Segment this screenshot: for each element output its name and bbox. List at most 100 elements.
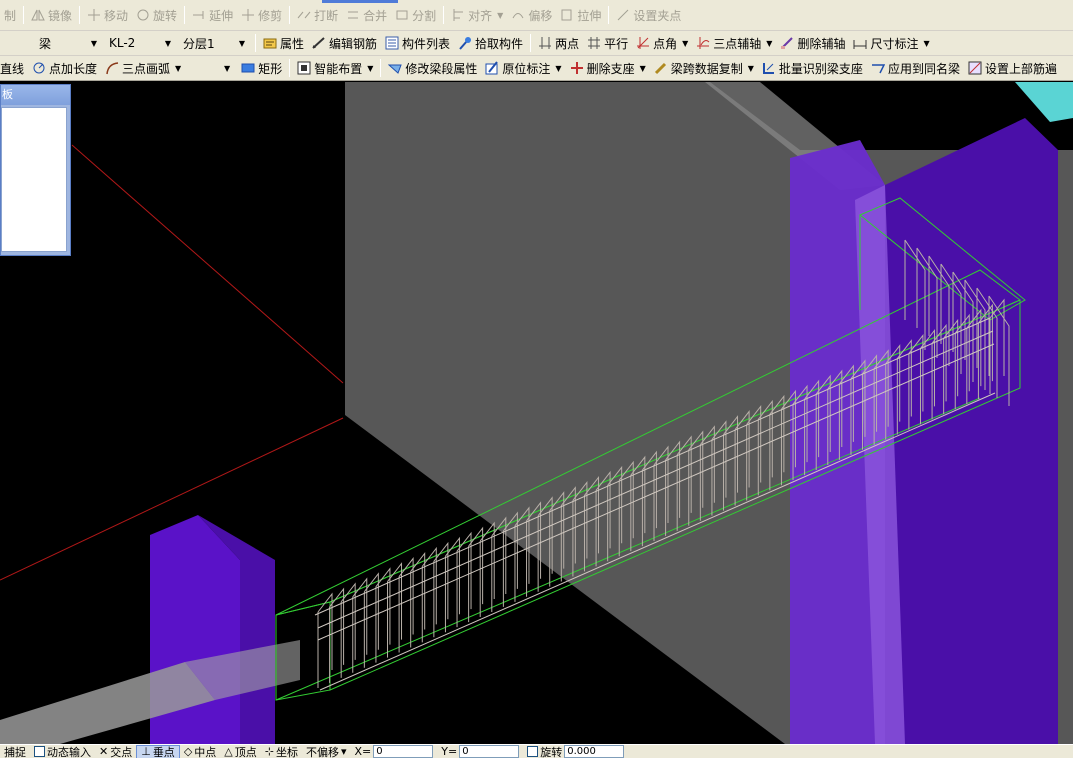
component-combo[interactable]: KL-2 ▼	[104, 33, 176, 53]
in-situ-label-icon	[485, 61, 499, 75]
top-rebar-button[interactable]: 设置上部筋遍	[964, 57, 1061, 79]
delete-axis-button[interactable]: 删除辅轴	[776, 32, 849, 54]
two-point-icon	[539, 37, 552, 49]
align-button[interactable]: 对齐 ▼	[447, 4, 507, 26]
delete-axis-icon	[781, 37, 794, 49]
modify-beam-button[interactable]: 修改梁段属性	[384, 57, 481, 79]
edit-rebar-icon	[312, 37, 325, 49]
draw-mode-combo[interactable]: ▼	[185, 58, 236, 78]
properties-icon	[263, 38, 277, 49]
rebar-3d-scene	[0, 82, 1073, 744]
3d-viewport[interactable]	[0, 82, 1073, 744]
grip-button[interactable]: 设置夹点	[612, 4, 685, 26]
perpendicular-snap[interactable]: ⊥ 垂点	[136, 745, 180, 758]
dimension-button[interactable]: 尺寸标注 ▼	[849, 32, 933, 54]
extend-icon	[193, 11, 204, 19]
rotate-control[interactable]: 旋转 0.000	[523, 745, 628, 758]
copy-span-button[interactable]: 梁跨数据复制 ▼	[650, 57, 758, 79]
stretch-icon	[561, 9, 572, 21]
properties-button[interactable]: 属性	[259, 32, 308, 54]
parallel-button[interactable]: 平行	[583, 32, 632, 54]
component-list-icon	[385, 36, 399, 50]
break-button[interactable]: 打断	[293, 4, 342, 26]
rotate-button[interactable]: 旋转	[132, 4, 181, 26]
pick-component-button[interactable]: 拾取构件	[454, 32, 527, 54]
trim-button[interactable]: 修剪	[237, 4, 286, 26]
chevron-down-icon: ▼	[747, 63, 754, 73]
layer-combo[interactable]: 分层1 ▼	[178, 33, 250, 53]
midpoint-icon: ◇	[183, 745, 193, 758]
separator	[289, 59, 291, 77]
smart-layout-icon	[297, 61, 311, 75]
offset-button[interactable]: 偏移	[507, 4, 556, 26]
apply-same-beam-button[interactable]: 应用到同名梁	[867, 57, 964, 79]
three-point-arc-icon	[106, 62, 119, 75]
point-angle-button[interactable]: 点角 ▼	[632, 32, 692, 54]
type-combo[interactable]: 梁 ▼	[0, 33, 102, 53]
separator	[23, 6, 25, 24]
point-angle-icon	[637, 37, 650, 49]
snap-toggle[interactable]: 捕捉	[0, 745, 30, 758]
rectangle-button[interactable]: 矩形	[237, 57, 286, 79]
rotate-input[interactable]: 0.000	[564, 745, 625, 758]
vertex-icon: △	[224, 745, 233, 758]
three-point-axis-icon	[697, 37, 710, 49]
perpendicular-icon: ⊥	[141, 745, 151, 758]
checkbox	[527, 746, 539, 757]
midpoint-snap[interactable]: ◇ 中点	[180, 745, 220, 758]
point-length-icon	[33, 62, 45, 74]
batch-identify-button[interactable]: 批量识别梁支座	[758, 57, 867, 79]
move-icon	[88, 9, 101, 21]
floating-panel[interactable]: 板	[0, 84, 71, 256]
mirror-button[interactable]: 镜像	[27, 4, 76, 26]
intersection-snap[interactable]: ✕ 交点	[95, 745, 136, 758]
rotate-icon	[137, 9, 149, 21]
separator	[443, 6, 445, 24]
chevron-down-icon: ▼	[923, 38, 930, 48]
separator	[184, 6, 186, 24]
split-button[interactable]: 分割	[391, 4, 440, 26]
tb1-item-0[interactable]: 制	[0, 4, 20, 26]
chevron-down-icon: ▼	[367, 63, 374, 73]
pick-component-icon	[459, 37, 472, 50]
two-point-button[interactable]: 两点	[534, 32, 583, 54]
vertex-snap[interactable]: △ 顶点	[220, 745, 260, 758]
modify-beam-icon	[388, 64, 403, 74]
break-icon	[297, 11, 311, 19]
smart-layout-button[interactable]: 智能布置 ▼	[293, 57, 377, 79]
delete-support-button[interactable]: 删除支座 ▼	[566, 57, 650, 79]
separator	[255, 34, 256, 52]
component-list-button[interactable]: 构件列表	[381, 32, 454, 54]
dynamic-input-toggle[interactable]: 动态输入	[30, 745, 95, 758]
axis-line	[71, 144, 344, 384]
align-icon	[453, 9, 464, 21]
line-button[interactable]: 直线	[0, 57, 28, 79]
merge-icon	[348, 11, 359, 19]
separator	[530, 34, 532, 52]
in-situ-label-button[interactable]: 原位标注 ▼	[481, 57, 565, 79]
x-input[interactable]: 0	[373, 745, 434, 758]
extend-button[interactable]: 延伸	[188, 4, 237, 26]
status-bar: 捕捉 动态输入 ✕ 交点 ⊥ 垂点 ◇ 中点 △ 顶点 ⊹ 坐标 不偏移 ▾ X= 0 Y= 0…	[0, 744, 1073, 758]
chevron-down-icon: ▾	[340, 745, 347, 758]
coordinate-icon: ⊹	[264, 745, 274, 758]
point-length-button[interactable]: 点加长度	[28, 57, 101, 79]
dimension-icon	[853, 40, 867, 49]
offset-mode-select[interactable]: 不偏移 ▾	[302, 745, 351, 758]
chevron-down-icon: ▼	[639, 63, 646, 73]
edit-rebar-button[interactable]: 编辑钢筋	[308, 32, 381, 54]
chevron-down-icon: ▼	[90, 38, 97, 48]
move-button[interactable]: 移动	[83, 4, 132, 26]
x-coordinate: X= 0	[351, 745, 438, 758]
cyan-component	[1015, 82, 1073, 122]
apply-same-beam-icon	[871, 64, 885, 74]
y-input[interactable]: 0	[459, 745, 520, 758]
coordinate-snap[interactable]: ⊹ 坐标	[261, 745, 302, 758]
separator	[289, 6, 291, 24]
stretch-button[interactable]: 拉伸	[556, 4, 605, 26]
three-point-axis-button[interactable]: 三点辅轴 ▼	[692, 32, 776, 54]
chevron-down-icon: ▼	[555, 63, 562, 73]
merge-button[interactable]: 合并	[342, 4, 391, 26]
three-point-arc-button[interactable]: 三点画弧 ▼	[101, 57, 185, 79]
separator	[608, 6, 610, 24]
